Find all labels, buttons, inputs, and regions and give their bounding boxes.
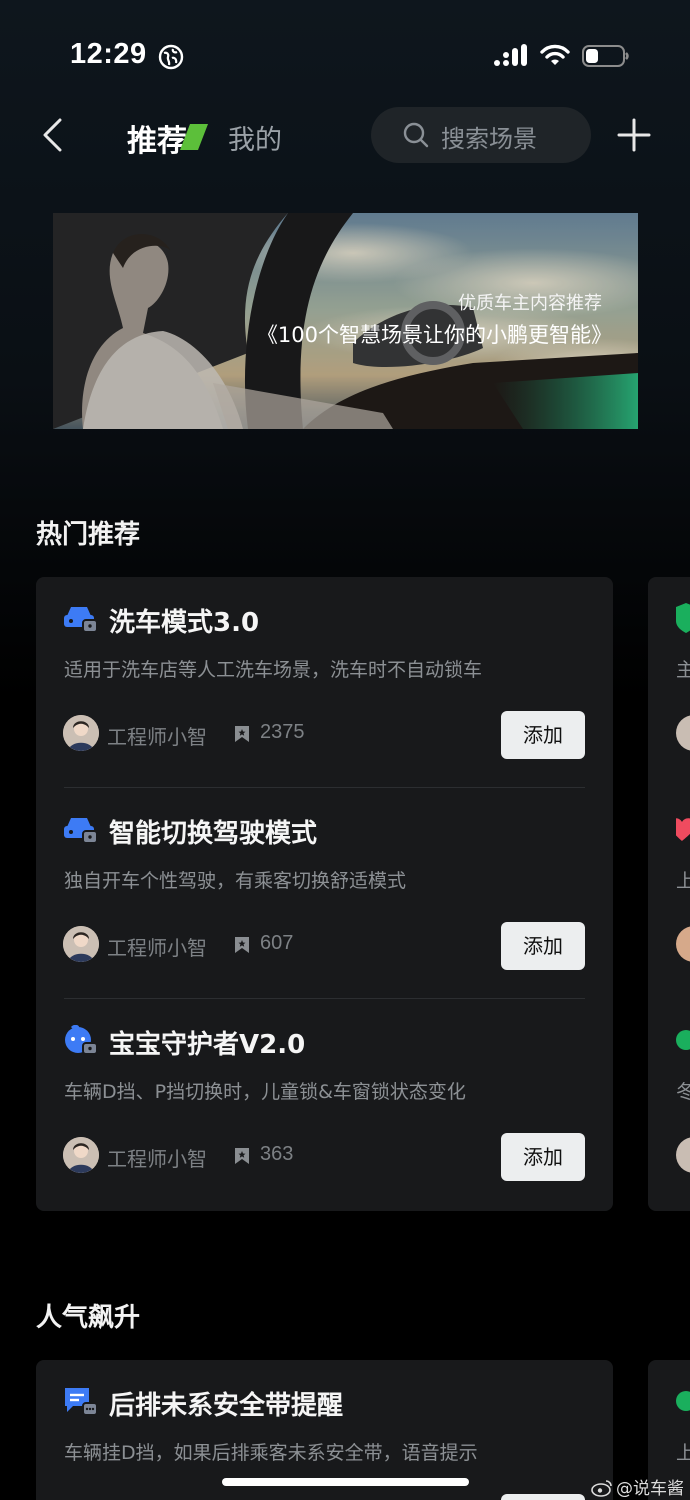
status-time: 12:29	[70, 38, 147, 70]
heart-icon	[676, 818, 690, 841]
scene-title: 后排未系安全带提醒	[109, 1391, 344, 1421]
search-placeholder: 搜索场景	[441, 125, 537, 153]
battery-icon	[582, 45, 629, 67]
scene-description: 车辆D挡、P挡切换时，儿童锁&车窗锁状态变化	[64, 1081, 466, 1103]
car-lock-icon	[64, 607, 98, 633]
watermark: @说车酱	[591, 1474, 684, 1499]
snowflake-icon	[676, 1030, 690, 1050]
status-bar: 12:29	[0, 0, 690, 110]
add-scene-button[interactable]	[501, 1494, 585, 1500]
peek-description: 主	[676, 659, 690, 681]
cellular-signal-icon	[494, 44, 527, 66]
scene-icon	[676, 1391, 690, 1411]
author-name: 工程师小智	[107, 725, 207, 749]
search-input[interactable]: 搜索场景	[371, 107, 591, 163]
weibo-logo-icon	[591, 1480, 612, 1497]
home-indicator[interactable]	[222, 1478, 469, 1486]
active-tab-indicator-icon	[180, 124, 208, 150]
promo-banner[interactable]: 优质车主内容推荐 《100个智慧场景让你的小鹏更智能》	[53, 213, 638, 429]
next-card-peek[interactable]: 主 上 冬	[648, 577, 690, 1211]
scene-description: 车辆挂D挡，如果后排乘客未系安全带，语音提示	[64, 1442, 478, 1464]
bookmark-icon	[235, 726, 249, 742]
bookmark-icon	[235, 937, 249, 953]
shield-icon	[676, 603, 690, 633]
top-nav: 推荐 我的 搜索场景	[0, 100, 690, 170]
author-name: 工程师小智	[107, 1147, 207, 1171]
bookmark-count: 363	[260, 1143, 294, 1165]
banner-subtitle: 优质车主内容推荐	[458, 293, 602, 314]
add-scene-button[interactable]: 添加	[501, 922, 585, 970]
scene-item[interactable]: 宝宝守护者V2.0 车辆D挡、P挡切换时，儿童锁&车窗锁状态变化 工程师小智 3…	[36, 999, 613, 1210]
section-title-hot: 热门推荐	[36, 520, 141, 550]
bookmark-count: 2375	[260, 721, 305, 743]
banner-title: 《100个智慧场景让你的小鹏更智能》	[256, 323, 612, 347]
section-title-trending: 人气飙升	[36, 1303, 141, 1333]
scene-item[interactable]: 洗车模式3.0 适用于洗车店等人工洗车场景，洗车时不自动锁车 工程师小智 237…	[36, 577, 613, 788]
peek-description: 上	[676, 870, 690, 892]
wifi-icon	[540, 44, 570, 65]
scene-description: 适用于洗车店等人工洗车场景，洗车时不自动锁车	[64, 659, 483, 681]
avatar	[676, 715, 690, 751]
scene-item[interactable]: 智能切换驾驶模式 独自开车个性驾驶，有乘客切换舒适模式 工程师小智 607 添加	[36, 788, 613, 999]
scene-description: 独自开车个性驾驶，有乘客切换舒适模式	[64, 870, 407, 892]
add-scene-button[interactable]: 添加	[501, 711, 585, 759]
avatar	[676, 1137, 690, 1173]
watermark-text: @说车酱	[616, 1479, 684, 1499]
tab-mine[interactable]: 我的	[228, 118, 282, 157]
add-icon[interactable]	[617, 118, 651, 152]
author-name: 工程师小智	[107, 936, 207, 960]
car-lock-icon	[64, 818, 98, 844]
bookmark-icon	[235, 1148, 249, 1164]
avatar	[63, 1137, 99, 1173]
chat-bubble-icon	[65, 1388, 98, 1416]
scene-title: 洗车模式3.0	[109, 608, 260, 638]
globe-icon	[158, 44, 184, 70]
scene-title: 智能切换驾驶模式	[109, 819, 318, 849]
baby-face-icon	[65, 1025, 98, 1055]
hot-scenes-card: 洗车模式3.0 适用于洗车店等人工洗车场景，洗车时不自动锁车 工程师小智 237…	[36, 577, 613, 1211]
add-scene-button[interactable]: 添加	[501, 1133, 585, 1181]
avatar	[676, 926, 690, 962]
peek-description: 上	[676, 1442, 690, 1464]
scene-title: 宝宝守护者V2.0	[109, 1030, 306, 1060]
peek-description: 冬	[676, 1081, 690, 1103]
avatar	[63, 715, 99, 751]
bookmark-count: 607	[260, 932, 294, 954]
back-icon[interactable]	[38, 116, 66, 154]
tab-recommended[interactable]: 推荐	[127, 116, 187, 160]
search-icon	[403, 122, 429, 148]
avatar	[63, 926, 99, 962]
